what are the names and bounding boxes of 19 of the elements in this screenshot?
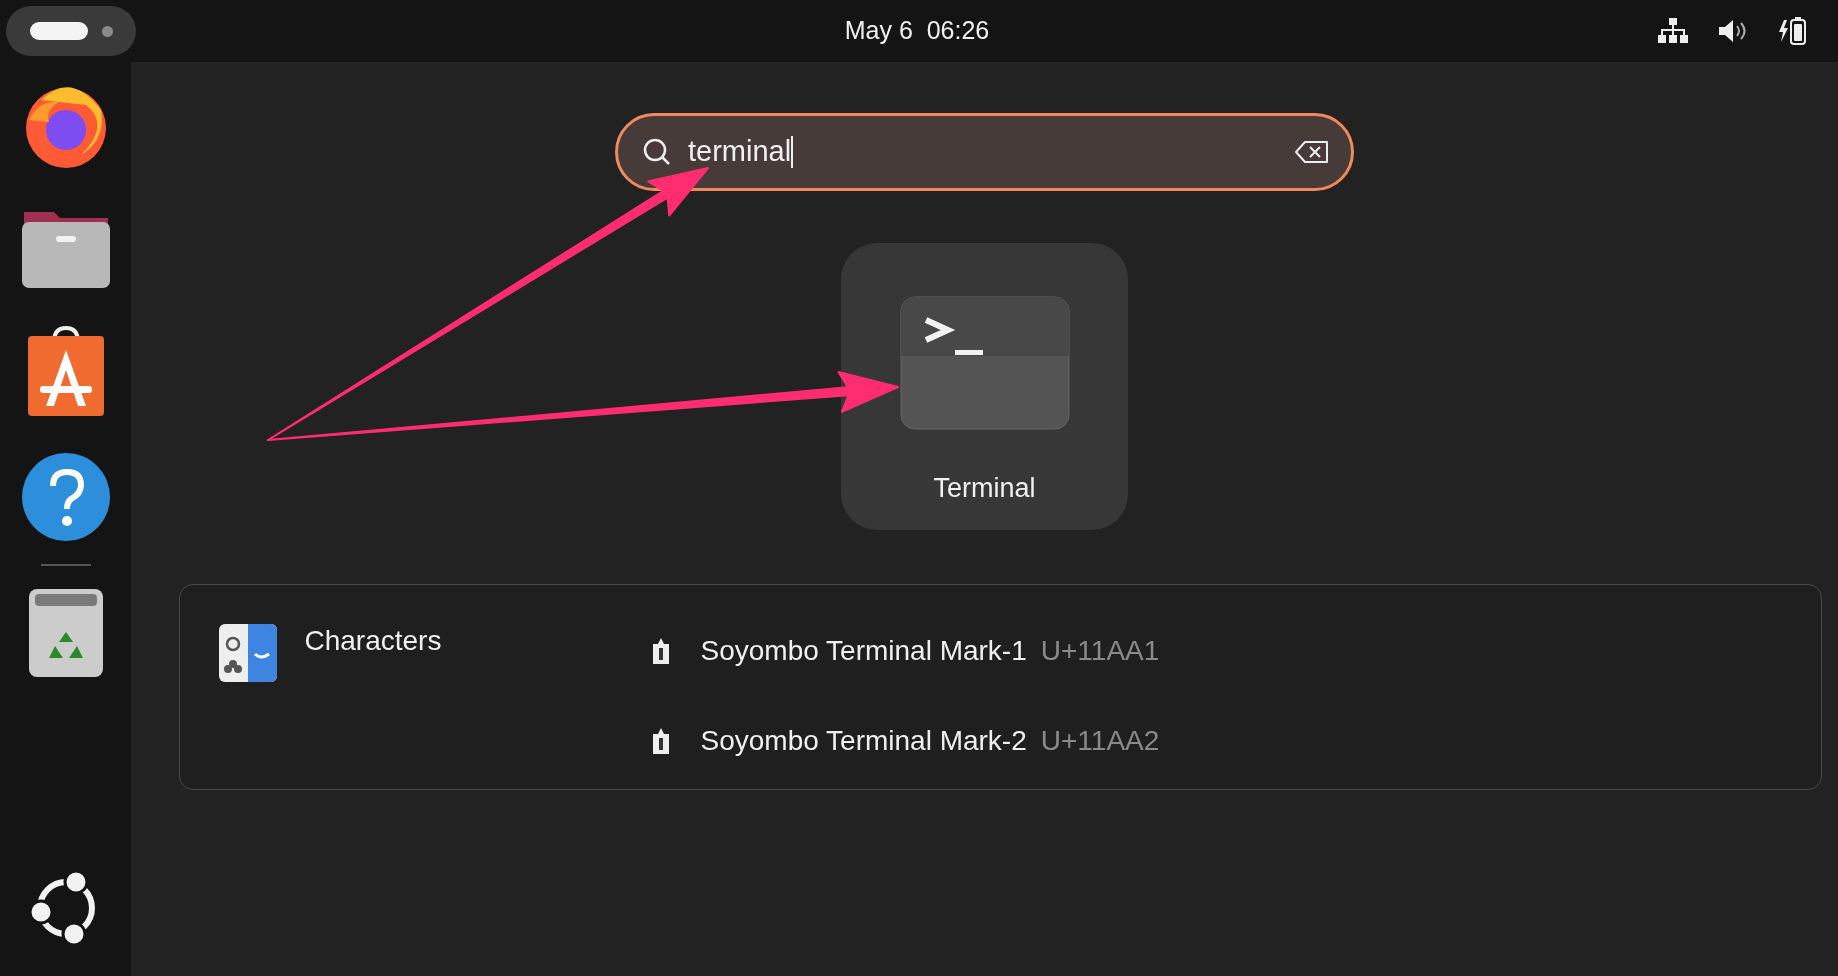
character-result[interactable]: Soyombo Terminal Mark-2 U+11AA2	[650, 720, 1160, 762]
clock[interactable]: May 6 06:26	[844, 12, 990, 50]
volume-icon[interactable]	[1718, 18, 1748, 44]
character-result[interactable]: Soyombo Terminal Mark-1 U+11AA1	[650, 630, 1160, 672]
app-tile[interactable]: Terminal	[841, 243, 1128, 530]
battery-icon[interactable]	[1778, 16, 1808, 46]
characters-app-icon[interactable]	[218, 624, 277, 682]
help-icon[interactable]	[20, 452, 111, 542]
terminal-icon	[899, 296, 1070, 430]
clear-icon[interactable]	[1295, 141, 1329, 163]
search-icon	[642, 137, 672, 167]
search-field[interactable]: terminal	[615, 113, 1354, 191]
glyph-icon	[650, 728, 671, 754]
network-icon[interactable]	[1658, 18, 1688, 44]
glyph-icon	[650, 638, 671, 664]
activities-button[interactable]	[6, 6, 136, 56]
search-results-panel: Characters Soyombo Terminal Mark-1 U+11AA1 Soyombo Terminal Mark-2 U+11AA2	[178, 584, 1822, 790]
shopping-bag-icon[interactable]	[25, 326, 106, 416]
trash-icon[interactable]	[27, 588, 104, 678]
